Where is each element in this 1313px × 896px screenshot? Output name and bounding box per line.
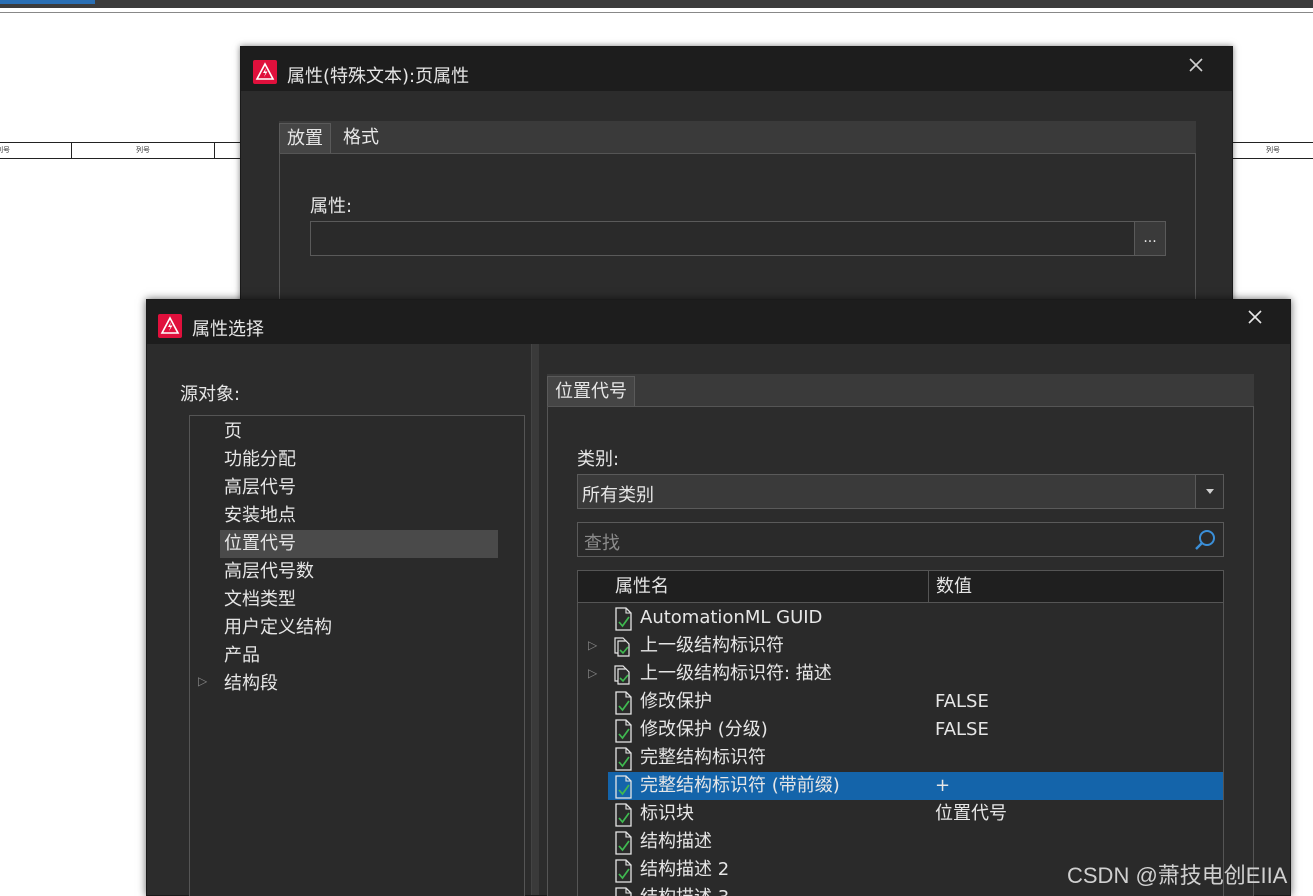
dialog-titlebar: 属性选择 <box>147 300 1290 344</box>
background-table-cell: 列号 <box>72 143 215 158</box>
tab-strip: 放置 格式 <box>279 121 1196 153</box>
tree-item-selected[interactable]: 位置代号 <box>220 530 498 558</box>
tab-location-designation[interactable]: 位置代号 <box>547 376 635 406</box>
document-check-icon <box>615 803 632 827</box>
property-value: + <box>935 775 951 796</box>
dialog-titlebar: 属性(特殊文本):页属性 <box>241 47 1232 91</box>
tree-item[interactable]: 产品 <box>220 642 498 670</box>
property-name: 上一级结构标识符 <box>640 635 784 656</box>
tab-strip: 位置代号 <box>547 374 1254 406</box>
document-check-icon <box>615 747 632 771</box>
property-name: 结构描述 3 <box>640 884 729 896</box>
category-select[interactable]: 所有类别 <box>577 474 1224 509</box>
table-row[interactable]: ▷ 上一级结构标识符 <box>578 632 1223 660</box>
background-table-header-right: 列号 <box>1233 142 1313 159</box>
search-placeholder: 查找 <box>584 533 620 554</box>
background-table-cell: 列号 <box>0 143 72 158</box>
table-row-selected[interactable]: 完整结构标识符 (带前缀) + <box>578 772 1223 800</box>
property-name: 上一级结构标识符: 描述 <box>640 663 832 684</box>
background-table-cell: 列号 <box>1266 146 1280 154</box>
property-name: 结构描述 <box>640 831 712 852</box>
tree-item[interactable]: 高层代号数 <box>220 558 498 586</box>
property-name: 完整结构标识符 <box>640 747 766 768</box>
tree-item[interactable]: 文档类型 <box>220 586 498 614</box>
source-object-tree: 页 功能分配 高层代号 安装地点 位置代号 高层代号数 文档类型 用户定义结构 … <box>189 415 525 896</box>
expand-arrow-icon[interactable]: ▷ <box>588 638 597 652</box>
table-row[interactable]: AutomationML GUID <box>578 604 1223 632</box>
property-name: AutomationML GUID <box>640 607 823 628</box>
table-row[interactable]: 修改保护 (分级) FALSE <box>578 716 1223 744</box>
property-grid: 属性名 数值 AutomationML GUID ▷ 上一级结构标识符 ▷ 上一级结构标… <box>577 570 1224 896</box>
source-object-label: 源对象: <box>180 384 241 405</box>
page-properties-dialog: 属性(特殊文本):页属性 放置 格式 属性: ... <box>240 46 1233 313</box>
app-logo-icon <box>253 60 277 84</box>
background-top-bar <box>0 0 1313 8</box>
expand-arrow-icon[interactable]: ▷ <box>588 666 597 680</box>
close-icon[interactable] <box>1186 55 1206 75</box>
tab-panel: 类别: 所有类别 查找 属性名 数值 AutomationML GUID ▷ 上一级… <box>547 406 1254 896</box>
property-name: 完整结构标识符 (带前缀) <box>640 775 840 796</box>
property-selection-dialog: 属性选择 源对象: 页 功能分配 高层代号 安装地点 位置代号 高层代号数 文档… <box>146 299 1291 896</box>
chevron-down-icon <box>1206 489 1214 494</box>
close-icon[interactable] <box>1245 307 1265 327</box>
column-divider[interactable] <box>928 571 929 603</box>
property-name: 标识块 <box>640 803 694 824</box>
document-check-icon <box>615 831 632 855</box>
dialog-title: 属性(特殊文本):页属性 <box>287 66 470 87</box>
property-label: 属性: <box>310 196 353 217</box>
browse-button[interactable]: ... <box>1134 222 1165 255</box>
document-check-icon <box>615 887 632 896</box>
watermark: CSDN @萧技电创EIIA <box>1067 863 1288 888</box>
dropdown-arrow[interactable] <box>1195 475 1223 508</box>
table-row[interactable]: 修改保护 FALSE <box>578 688 1223 716</box>
search-icon[interactable] <box>1193 528 1217 552</box>
expand-arrow-icon[interactable]: ▷ <box>198 674 207 688</box>
category-select-value: 所有类别 <box>582 485 654 506</box>
property-value: FALSE <box>935 719 989 740</box>
document-check-icon <box>615 691 632 715</box>
property-value: 位置代号 <box>935 803 1007 824</box>
pane-splitter[interactable] <box>531 344 539 895</box>
dialog-title: 属性选择 <box>192 319 264 340</box>
multi-document-check-icon <box>614 665 630 685</box>
tab-format[interactable]: 格式 <box>335 123 387 153</box>
tree-item[interactable]: 高层代号 <box>220 474 498 502</box>
column-header-name[interactable]: 属性名 <box>615 571 669 603</box>
property-name: 修改保护 (分级) <box>640 719 768 740</box>
background-top-accent <box>0 0 95 4</box>
document-check-icon <box>615 607 632 631</box>
property-input[interactable]: ... <box>310 221 1166 256</box>
document-check-icon <box>615 775 632 799</box>
tree-item[interactable]: 页 <box>220 418 498 446</box>
document-check-icon <box>615 859 632 883</box>
search-input[interactable]: 查找 <box>577 522 1224 557</box>
tab-placement[interactable]: 放置 <box>279 123 331 153</box>
column-header-value[interactable]: 数值 <box>936 571 972 603</box>
tree-item[interactable]: 结构段 <box>220 670 498 698</box>
table-row[interactable]: 标识块 位置代号 <box>578 800 1223 828</box>
table-row[interactable]: ▷ 上一级结构标识符: 描述 <box>578 660 1223 688</box>
tree-item[interactable]: 安装地点 <box>220 502 498 530</box>
table-row[interactable]: 结构描述 <box>578 828 1223 856</box>
background-line <box>0 12 1313 13</box>
document-check-icon <box>615 719 632 743</box>
table-row[interactable]: 完整结构标识符 <box>578 744 1223 772</box>
category-label: 类别: <box>577 449 620 470</box>
property-name: 结构描述 2 <box>640 859 730 880</box>
property-value: FALSE <box>935 691 989 712</box>
grid-header: 属性名 数值 <box>578 571 1223 603</box>
multi-document-check-icon <box>614 637 630 657</box>
property-name: 修改保护 <box>640 691 712 712</box>
tree-item[interactable]: 用户定义结构 <box>220 614 498 642</box>
app-logo-icon <box>158 314 182 338</box>
background-table-header: 列号 列号 <box>0 142 240 159</box>
tree-item[interactable]: 功能分配 <box>220 446 498 474</box>
tab-panel: 属性: ... <box>279 153 1196 313</box>
